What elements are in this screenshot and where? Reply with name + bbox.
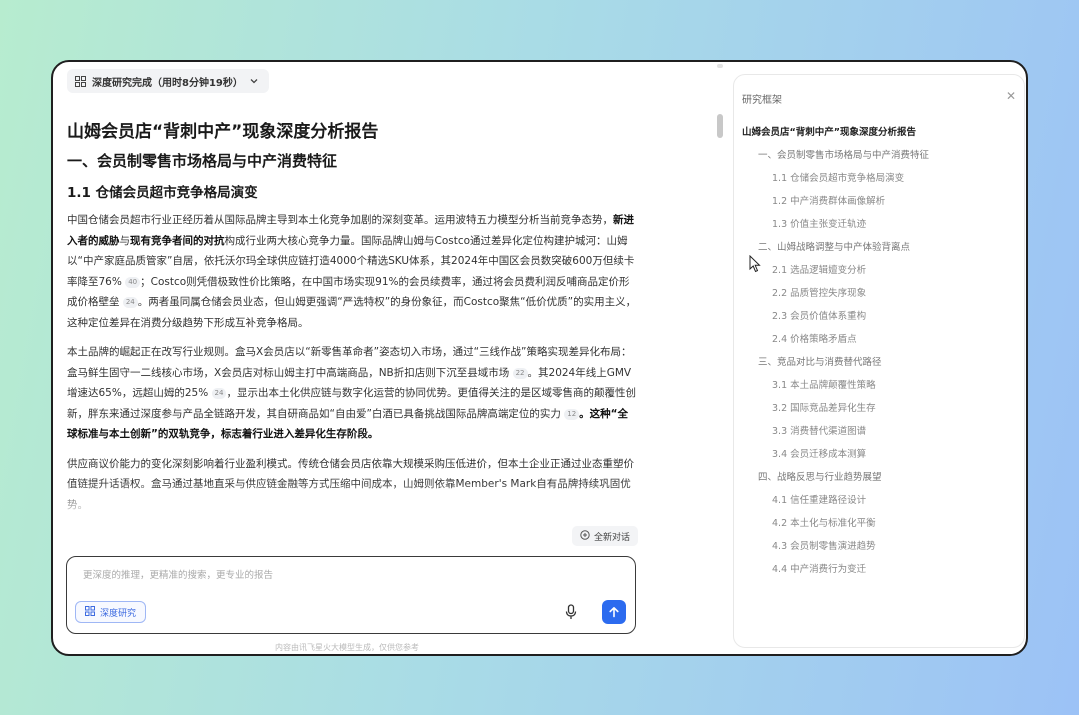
grid-icon bbox=[75, 75, 86, 87]
arrow-up-icon bbox=[608, 603, 620, 622]
outline-item[interactable]: 二、山姆战略调整与中产体验背离点 bbox=[734, 236, 1024, 259]
panel-title: 研究框架 bbox=[742, 95, 782, 106]
report-title: 山姆会员店“背刺中产”现象深度分析报告 bbox=[67, 122, 379, 142]
paragraph-2: 本土品牌的崛起正在改写行业规则。盒马X会员店以“新零售革命者”姿态切入市场，通过… bbox=[67, 346, 636, 440]
subsection-heading: 1.1 仓储会员超市竞争格局演变 bbox=[67, 185, 258, 201]
mouse-cursor-icon bbox=[749, 254, 761, 277]
close-icon[interactable]: ✕ bbox=[1006, 89, 1016, 103]
outline-item[interactable]: 3.1 本土品牌颠覆性策略 bbox=[734, 374, 1024, 397]
citation-badge[interactable]: 22 bbox=[512, 367, 528, 379]
section-heading: 一、会员制零售市场格局与中产消费特征 bbox=[67, 152, 338, 170]
outline-item[interactable]: 3.3 消费替代渠道图谱 bbox=[734, 420, 1024, 443]
scrollbar-thumb[interactable] bbox=[717, 114, 723, 138]
new-chat-button[interactable]: 全新对话 bbox=[572, 526, 639, 546]
outline-item[interactable]: 4.2 本土化与标准化平衡 bbox=[734, 512, 1024, 535]
outline-item[interactable]: 4.3 会员制零售演进趋势 bbox=[734, 535, 1024, 558]
outline-item[interactable]: 4.1 信任重建路径设计 bbox=[734, 489, 1024, 512]
chat-input[interactable]: 更深度的推理，更精准的搜索，更专业的报告 深度研究 bbox=[66, 556, 636, 634]
outline-item[interactable]: 2.1 选品逻辑嬗变分析 bbox=[734, 259, 1024, 282]
disclaimer-text: 内容由讯飞星火大模型生成，仅供您参考 bbox=[275, 643, 419, 652]
grid-icon bbox=[85, 605, 95, 619]
send-button[interactable] bbox=[602, 600, 626, 624]
outline-item[interactable]: 三、竞品对比与消费替代路径 bbox=[734, 351, 1024, 374]
chat-input-placeholder: 更深度的推理，更精准的搜索，更专业的报告 bbox=[83, 570, 274, 581]
app-window: 深度研究完成（用时8分钟19秒） 山姆会员店“背刺中产”现象深度分析报告 一、会… bbox=[51, 60, 1028, 656]
citation-badge[interactable]: 24 bbox=[211, 388, 227, 399]
outline-item[interactable]: 四、战略反思与行业趋势展望 bbox=[734, 466, 1024, 489]
citation-badge[interactable]: 40 bbox=[125, 276, 141, 288]
outline-item[interactable]: 一、会员制零售市场格局与中产消费特征 bbox=[734, 144, 1024, 167]
outline-item[interactable]: 3.2 国际竞品差异化生存 bbox=[734, 397, 1024, 420]
outline-item[interactable]: 1.2 中产消费群体画像解析 bbox=[734, 190, 1024, 213]
paragraph-1: 中国仓储会员超市行业正经历着从国际品牌主导到本土化竞争加剧的深刻变革。运用波特五… bbox=[67, 214, 637, 329]
citation-badge[interactable]: 24 bbox=[122, 297, 138, 308]
deep-research-label: 深度研究 bbox=[100, 608, 137, 619]
outline-item[interactable]: 山姆会员店“背刺中产”现象深度分析报告 bbox=[734, 121, 1024, 144]
outline-item[interactable]: 4.4 中产消费行为变迁 bbox=[734, 558, 1024, 581]
citation-badge[interactable]: 12 bbox=[564, 408, 580, 420]
outline-item[interactable]: 1.1 仓储会员超市竞争格局演变 bbox=[734, 167, 1024, 190]
outline-item[interactable]: 2.3 会员价值体系重构 bbox=[734, 305, 1024, 328]
outline-item[interactable]: 2.4 价格策略矛盾点 bbox=[734, 328, 1024, 351]
main-column: 深度研究完成（用时8分钟19秒） 山姆会员店“背刺中产”现象深度分析报告 一、会… bbox=[53, 62, 723, 654]
outline-item[interactable]: 2.2 品质管控失序现象 bbox=[734, 282, 1024, 305]
deep-research-button[interactable]: 深度研究 bbox=[75, 601, 147, 623]
content-fade bbox=[53, 482, 653, 522]
research-status-toggle[interactable]: 深度研究完成（用时8分钟19秒） bbox=[67, 69, 269, 93]
outline-item[interactable]: 1.3 价值主张变迁轨迹 bbox=[734, 213, 1024, 236]
chevron-down-icon bbox=[249, 76, 259, 86]
research-status-label: 深度研究完成（用时8分钟19秒） bbox=[92, 77, 243, 89]
new-chat-label: 全新对话 bbox=[594, 532, 631, 543]
report-content: 山姆会员店“背刺中产”现象深度分析报告 一、会员制零售市场格局与中产消费特征 1… bbox=[67, 118, 637, 518]
outline-list: 山姆会员店“背刺中产”现象深度分析报告 一、会员制零售市场格局与中产消费特征 1.1… bbox=[734, 121, 1024, 581]
research-outline-panel: 研究框架 ✕ 山姆会员店“背刺中产”现象深度分析报告 一、会员制零售市场格局与中产… bbox=[733, 74, 1025, 648]
plus-circle-icon bbox=[580, 529, 590, 543]
microphone-icon[interactable] bbox=[565, 604, 577, 624]
scrollbar-track-top bbox=[717, 64, 723, 68]
outline-item[interactable]: 3.4 会员迁移成本测算 bbox=[734, 443, 1024, 466]
